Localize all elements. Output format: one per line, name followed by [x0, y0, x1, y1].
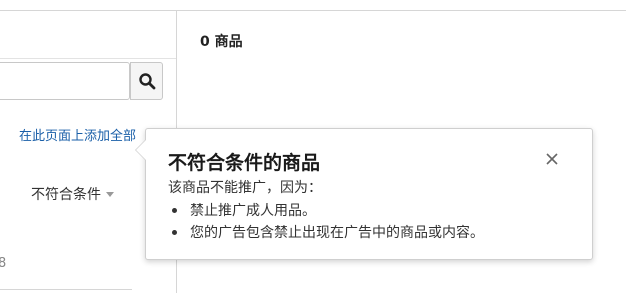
- search-input[interactable]: [0, 62, 130, 100]
- bullet-icon: [172, 230, 177, 235]
- reason-text: 您的广告包含禁止出现在广告中的商品或内容。: [190, 225, 484, 241]
- bullet-icon: [172, 208, 177, 213]
- search-button[interactable]: [130, 62, 163, 100]
- search-icon: [138, 73, 155, 90]
- popover-title: 不符合条件的商品: [168, 152, 321, 174]
- caret-down-icon: [106, 191, 114, 197]
- close-icon: [546, 153, 558, 165]
- popover-intro: 该商品不能推广，因为：: [168, 180, 322, 196]
- left-header-divider: [0, 58, 176, 59]
- partial-value: 8: [0, 256, 7, 271]
- filter-label: 不符合条件: [31, 187, 101, 203]
- reason-item: 禁止推广成人用品。: [168, 200, 484, 222]
- reason-item: 您的广告包含禁止出现在广告中的商品或内容。: [168, 222, 484, 244]
- bottom-divider: [0, 289, 132, 290]
- product-count: 0 商品: [200, 34, 243, 50]
- popover-arrow: [136, 140, 146, 160]
- reason-list: 禁止推广成人用品。 您的广告包含禁止出现在广告中的商品或内容。: [168, 200, 484, 244]
- close-button[interactable]: [542, 149, 562, 169]
- eligibility-filter-dropdown[interactable]: 不符合条件: [31, 183, 114, 205]
- reason-text: 禁止推广成人用品。: [190, 203, 316, 219]
- ineligible-products-popover: 不符合条件的商品 该商品不能推广，因为： 禁止推广成人用品。 您的广告包含禁止出…: [135, 128, 593, 260]
